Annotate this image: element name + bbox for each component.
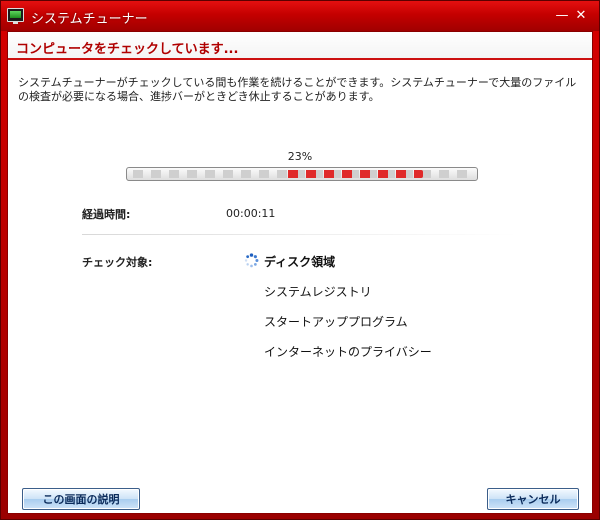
close-button[interactable]: ✕ [573,9,589,25]
main-window: システムチューナー — ✕ コンピュータをチェックしています... システムチュ… [0,0,600,520]
title-bar[interactable]: システムチューナー — ✕ [1,1,599,31]
progress-bar [126,167,478,181]
help-button[interactable]: この画面の説明 [22,488,140,510]
progress-percent: 23% [287,150,313,163]
description-text: システムチューナーがチェックしている間も作業を続けることができます。システムチュ… [18,76,584,104]
targets-label: チェック対象: [82,256,153,269]
target-item-registry: システムレジストリ [264,285,372,299]
description-line-2: の検査が必要になる場合、進捗バーがときどき休止することがあります。 [18,90,380,103]
target-item-privacy: インターネットのプライバシー [264,345,432,359]
header-band: コンピュータをチェックしています... [8,32,592,60]
window-title: システムチューナー [31,12,148,27]
progress-fill [284,170,423,178]
elapsed-label: 経過時間: [82,208,131,221]
client-area: コンピュータをチェックしています... システムチューナーがチェックしている間も… [7,31,593,514]
page-title: コンピュータをチェックしています... [16,42,239,57]
divider [82,234,518,235]
target-item-disk: ディスク領域 [264,255,336,269]
description-line-1: システムチューナーがチェックしている間も作業を続けることができます。システムチュ… [18,76,577,89]
elapsed-value: 00:00:11 [226,207,276,220]
minimize-button[interactable]: — [554,9,570,25]
target-item-startup: スタートアッププログラム [264,315,408,329]
cancel-button[interactable]: キャンセル [487,488,579,510]
monitor-icon [7,8,24,24]
spinner-icon [244,253,259,268]
